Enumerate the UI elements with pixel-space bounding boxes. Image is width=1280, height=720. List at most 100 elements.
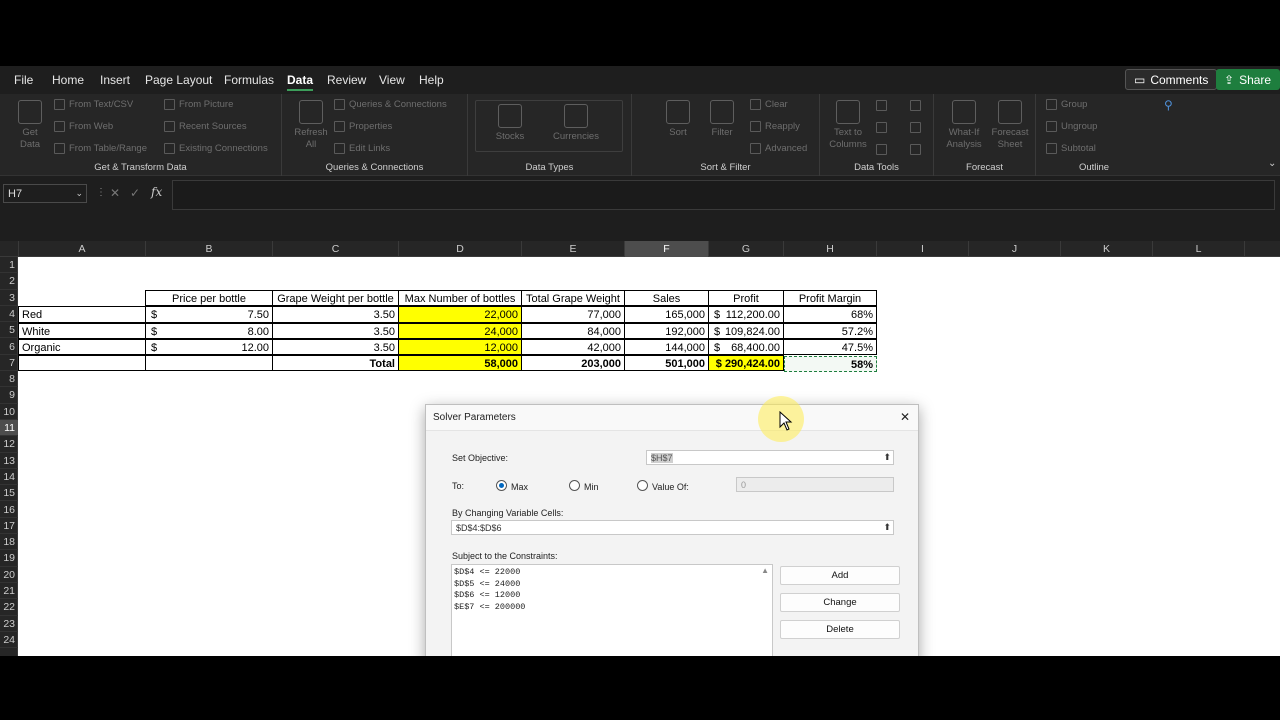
header-sales[interactable]: Sales [624,290,709,307]
table-cell[interactable]: 42,000 [521,338,625,356]
row-header[interactable]: 20 [0,567,18,583]
table-cell[interactable]: 3.50 [272,338,399,356]
table-cell[interactable]: 57.2% [783,322,877,339]
existing-connections-button[interactable]: Existing Connections [164,143,268,154]
delete-button[interactable]: Delete [780,620,900,639]
chevron-down-icon[interactable]: ⌄ [75,188,83,199]
col-header-b[interactable]: B [146,241,273,257]
properties-button[interactable]: Properties [334,121,392,132]
analyze-icon[interactable]: ⚲ [1164,98,1173,112]
table-cell[interactable] [145,354,273,371]
table-cell[interactable]: 77,000 [521,306,625,323]
row-header[interactable]: 15 [0,485,18,502]
total-profit[interactable]: $ 290,424.00 [708,354,784,371]
share-button[interactable]: ⇪ Share [1216,69,1280,90]
row-header[interactable]: 2 [0,273,18,290]
row-header[interactable]: 10 [0,404,18,420]
collapse-dialog-icon[interactable]: ⬆ [883,452,891,463]
row-header[interactable]: 3 [0,290,18,306]
col-header-d[interactable]: D [399,241,522,257]
data-validation-icon[interactable] [876,144,887,155]
constraints-list[interactable]: $D$4 <= 22000 $D$5 <= 24000 $D$6 <= 12000 $… [451,564,773,656]
col-header-i[interactable]: I [877,241,969,257]
row-header[interactable]: 11 [0,420,18,437]
total-sales[interactable]: 501,000 [624,354,709,371]
scroll-up-icon[interactable]: ▲ [761,566,769,575]
row-header[interactable]: 17 [0,518,18,535]
header-price[interactable]: Price per bottle [145,290,273,307]
value-of-input[interactable]: 0 [736,477,894,492]
row-header[interactable]: 4 [0,306,18,323]
header-total-grape-weight[interactable]: Total Grape Weight [521,290,625,307]
table-cell[interactable]: 192,000 [624,322,709,339]
table-cell[interactable]: 3.50 [272,322,399,339]
total-label[interactable]: Total [272,354,399,371]
ungroup-button[interactable]: Ungroup [1046,121,1097,132]
col-header-k[interactable]: K [1061,241,1153,257]
forecast-sheet-button[interactable]: Forecast Sheet [988,100,1032,151]
table-cell[interactable]: 84,000 [521,322,625,339]
table-cell[interactable]: White [18,322,146,339]
edit-links-button[interactable]: Edit Links [334,143,390,154]
row-header[interactable]: 13 [0,453,18,469]
tab-formulas[interactable]: Formulas [224,73,274,87]
table-cell[interactable]: 3.50 [272,306,399,323]
from-picture-button[interactable]: From Picture [164,99,233,110]
header-grape-weight[interactable]: Grape Weight per bottle [272,290,399,307]
tab-home[interactable]: Home [52,73,84,87]
refresh-all-button[interactable]: Refresh All [292,100,330,151]
col-header-e[interactable]: E [522,241,625,257]
select-all-corner[interactable] [0,241,19,257]
col-header-c[interactable]: C [273,241,399,257]
from-table-range-button[interactable]: From Table/Range [54,143,147,154]
table-cell[interactable]: 109,824.00 [708,322,784,339]
total-profit-margin[interactable]: 58% [784,355,877,372]
col-header-f[interactable]: F [625,241,709,257]
table-cell[interactable]: 12,000 [398,338,522,356]
name-box[interactable]: H7 ⌄ [3,184,87,203]
table-cell[interactable]: 112,200.00 [708,306,784,323]
row-header[interactable]: 7 [0,355,18,372]
tab-file[interactable]: File [14,73,33,87]
formula-input[interactable] [172,180,1275,210]
clear-filter-button[interactable]: Clear [750,99,788,110]
tab-help[interactable]: Help [419,73,444,87]
col-header-j[interactable]: J [969,241,1061,257]
col-header-g[interactable]: G [709,241,784,257]
table-cell[interactable]: Organic [18,338,146,356]
header-profit-margin[interactable]: Profit Margin [783,290,877,307]
text-to-columns-button[interactable]: Text to Columns [826,100,870,151]
min-radio[interactable] [569,480,580,491]
constraint-item[interactable]: $D$4 <= 22000 [452,567,772,579]
reapply-button[interactable]: Reapply [750,121,800,132]
table-cell[interactable] [18,354,146,371]
row-header[interactable]: 16 [0,502,18,518]
comments-button[interactable]: ▭ Comments [1125,69,1218,90]
currencies-button[interactable]: Currencies [548,104,604,143]
get-data-button[interactable]: Get Data [12,100,48,151]
row-header[interactable]: 24 [0,632,18,649]
changing-cells-input[interactable]: $D$4:$D$6 ⬆ [451,520,894,535]
row-header[interactable]: 9 [0,387,18,404]
table-cell[interactable]: 144,000 [624,338,709,356]
row-header[interactable]: 1 [0,257,18,274]
table-cell[interactable]: 8.00 [145,322,273,339]
queries-connections-button[interactable]: Queries & Connections [334,99,447,110]
check-icon[interactable]: ✓ [130,186,140,200]
row-header[interactable]: 21 [0,583,18,600]
chevron-down-icon[interactable]: ⌄ [1268,158,1276,169]
consolidate-icon[interactable] [910,100,921,111]
cancel-icon[interactable]: ✕ [110,186,120,200]
table-cell[interactable]: 165,000 [624,306,709,323]
filter-button[interactable]: Filter [706,100,738,139]
stocks-button[interactable]: Stocks [486,104,534,143]
sort-button[interactable]: Sort [664,100,692,139]
row-header[interactable]: 19 [0,550,18,567]
row-header[interactable]: 12 [0,436,18,453]
row-header[interactable]: 22 [0,599,18,616]
flash-fill-icon[interactable] [876,100,887,111]
recent-sources-button[interactable]: Recent Sources [164,121,247,132]
constraint-item[interactable]: $E$7 <= 200000 [452,602,772,614]
total-grape-weight[interactable]: 203,000 [521,354,625,371]
add-button[interactable]: Add [780,566,900,585]
